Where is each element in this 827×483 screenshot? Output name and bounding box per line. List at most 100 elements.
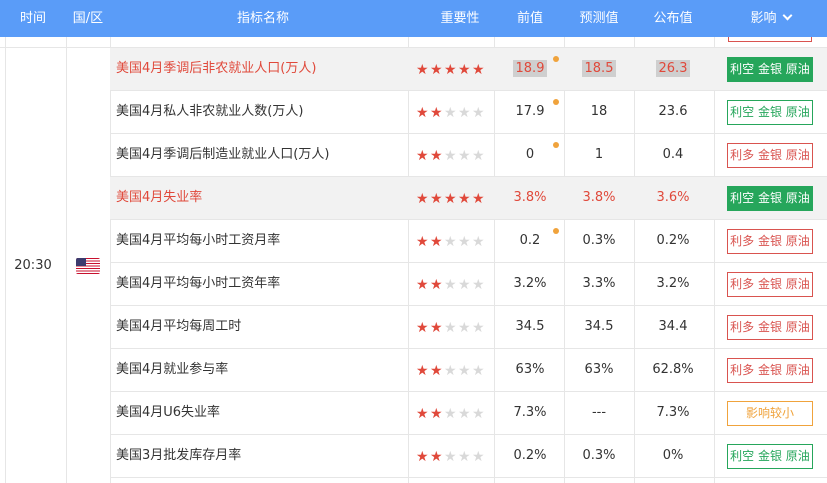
- forecast-value: 1: [594, 147, 604, 162]
- star-empty-icon: ★: [444, 105, 457, 121]
- importance-rating: ★ ★ ★ ★ ★: [416, 48, 488, 90]
- previous-value: 34.5: [515, 319, 545, 334]
- previous-value-cell: 17.9: [495, 91, 565, 133]
- star-empty-icon: ★: [444, 234, 457, 250]
- star-filled-icon: ★: [416, 277, 429, 293]
- actual-value-cell: 3.6%: [638, 177, 708, 219]
- indicator-name[interactable]: 美国3月批发库存月率: [116, 435, 406, 477]
- star-filled-icon: ★: [430, 62, 443, 78]
- impact-filter-button[interactable]: 影响: [714, 0, 827, 37]
- star-empty-icon: ★: [472, 406, 485, 422]
- importance-rating: ★ ★ ★ ★ ★: [416, 306, 488, 348]
- star-filled-icon: ★: [416, 363, 429, 379]
- star-empty-icon: ★: [458, 105, 471, 121]
- previous-value-cell: 7.3%: [495, 392, 565, 434]
- star-filled-icon: ★: [416, 234, 429, 250]
- table-row[interactable]: 美国4月平均每周工时 ★ ★ ★ ★ ★ 34.5 34.5 34.4 利多 金银 原油: [110, 306, 827, 349]
- actual-value: 62.8%: [652, 362, 694, 377]
- previous-value: 0.2%: [513, 448, 547, 463]
- star-filled-icon: ★: [430, 234, 443, 250]
- forecast-value: 63%: [584, 362, 614, 377]
- previous-value: 0.2: [519, 233, 541, 248]
- impact-tag: 利空 金银 原油: [727, 186, 813, 211]
- impact-tag: 利多 金银 原油: [727, 315, 813, 340]
- importance-rating: ★ ★ ★ ★ ★: [416, 91, 488, 133]
- table-row[interactable]: 美国4月季调后非农就业人口(万人) ★ ★ ★ ★ ★ 18.9 18.5 26.3 利空 金银 …: [110, 48, 827, 91]
- star-empty-icon: ★: [444, 148, 457, 164]
- previous-value: 0: [525, 147, 535, 162]
- star-filled-icon: ★: [472, 191, 485, 207]
- country-cell: [66, 48, 110, 483]
- forecast-value-cell: 63%: [564, 349, 634, 391]
- star-empty-icon: ★: [472, 449, 485, 465]
- table-row[interactable]: 美国4月失业率 ★ ★ ★ ★ ★ 3.8% 3.8% 3.6% 利空 金银 原油: [110, 177, 827, 220]
- forecast-value-cell: ---: [564, 392, 634, 434]
- star-empty-icon: ★: [444, 320, 457, 336]
- impact-tag: 利空 金银 原油: [727, 57, 813, 82]
- actual-value: 0.2%: [656, 233, 690, 248]
- star-empty-icon: ★: [444, 277, 457, 293]
- header-forecast: 预测值: [579, 11, 619, 26]
- star-filled-icon: ★: [416, 62, 429, 78]
- previous-value-cell: 3.8%: [495, 177, 565, 219]
- actual-value: 23.6: [658, 104, 688, 119]
- release-time: 20:30: [14, 258, 52, 273]
- previous-value-cell: 34.5: [495, 306, 565, 348]
- star-filled-icon: ★: [430, 406, 443, 422]
- table-row[interactable]: 美国4月平均每小时工资月率 ★ ★ ★ ★ ★ 0.2 0.3% 0.2% 利多 金银 原油: [110, 220, 827, 263]
- previous-value-cell: 0: [495, 134, 565, 176]
- star-filled-icon: ★: [416, 320, 429, 336]
- importance-rating: ★ ★ ★ ★ ★: [416, 134, 488, 176]
- table-row[interactable]: 美国3月批发库存月率 ★ ★ ★ ★ ★ 0.2% 0.3% 0% 利空 金银 原油: [110, 435, 827, 478]
- forecast-value: 3.8%: [582, 190, 616, 205]
- indicator-name[interactable]: 美国4月平均每小时工资年率: [116, 263, 406, 305]
- table-row[interactable]: 美国4月U6失业率 ★ ★ ★ ★ ★ 7.3% --- 7.3% 影响较小: [110, 392, 827, 435]
- actual-value-cell: 0%: [638, 435, 708, 477]
- actual-value-cell: 0.4: [638, 134, 708, 176]
- previous-group-tail: [0, 37, 827, 48]
- forecast-value-cell: 34.5: [564, 306, 634, 348]
- previous-value: 7.3%: [513, 405, 547, 420]
- impact-tag: 利多 金银 原油: [727, 143, 813, 168]
- indicator-name[interactable]: 美国4月就业参与率: [116, 349, 406, 391]
- indicator-name[interactable]: 美国4月平均每周工时: [116, 306, 406, 348]
- revision-dot-icon: [553, 99, 559, 105]
- header-country: 国/区: [72, 11, 104, 26]
- table-header: 时间 国/区 指标名称 重要性 前值 预测值 公布值 影响: [0, 0, 827, 37]
- table-row[interactable]: 美国4月就业参与率 ★ ★ ★ ★ ★ 63% 63% 62.8% 利多 金银 原油: [110, 349, 827, 392]
- header-previous: 前值: [516, 11, 543, 26]
- table-row[interactable]: 美国4月私人非农就业人数(万人) ★ ★ ★ ★ ★ 17.9 18 23.6 利空 金银 原油: [110, 91, 827, 134]
- indicator-name[interactable]: 美国4月私人非农就业人数(万人): [116, 91, 406, 133]
- table-row[interactable]: 美国4月季调后制造业就业人口(万人) ★ ★ ★ ★ ★ 0 1 0.4 利多 金银 原油: [110, 134, 827, 177]
- star-filled-icon: ★: [458, 191, 471, 207]
- star-filled-icon: ★: [458, 62, 471, 78]
- header-importance: 重要性: [440, 11, 480, 26]
- indicator-name[interactable]: 美国4月平均每小时工资月率: [116, 220, 406, 262]
- forecast-value: 18: [590, 104, 608, 119]
- star-filled-icon: ★: [430, 277, 443, 293]
- impact-tag: 利多 金银 原油: [727, 229, 813, 254]
- chevron-down-icon: [782, 10, 792, 21]
- star-filled-icon: ★: [416, 406, 429, 422]
- indicator-name[interactable]: 美国4月季调后制造业就业人口(万人): [116, 134, 406, 176]
- star-empty-icon: ★: [458, 320, 471, 336]
- star-empty-icon: ★: [458, 449, 471, 465]
- indicator-name[interactable]: 美国4月季调后非农就业人口(万人): [116, 48, 406, 90]
- indicator-name[interactable]: 美国4月失业率: [116, 177, 406, 219]
- star-empty-icon: ★: [444, 449, 457, 465]
- forecast-value: ---: [591, 405, 607, 420]
- actual-value: 26.3: [655, 60, 691, 77]
- header-actual: 公布值: [653, 11, 693, 26]
- star-filled-icon: ★: [444, 191, 457, 207]
- revision-dot-icon: [553, 228, 559, 234]
- star-filled-icon: ★: [416, 105, 429, 121]
- revision-dot-icon: [553, 142, 559, 148]
- indicator-name[interactable]: 美国4月U6失业率: [116, 392, 406, 434]
- star-filled-icon: ★: [430, 363, 443, 379]
- star-filled-icon: ★: [416, 191, 429, 207]
- forecast-value-cell: 3.3%: [564, 263, 634, 305]
- star-filled-icon: ★: [416, 449, 429, 465]
- star-empty-icon: ★: [458, 148, 471, 164]
- table-row[interactable]: 美国4月平均每小时工资年率 ★ ★ ★ ★ ★ 3.2% 3.3% 3.2% 利多 金银 原油: [110, 263, 827, 306]
- impact-tag: 影响较小: [727, 401, 813, 426]
